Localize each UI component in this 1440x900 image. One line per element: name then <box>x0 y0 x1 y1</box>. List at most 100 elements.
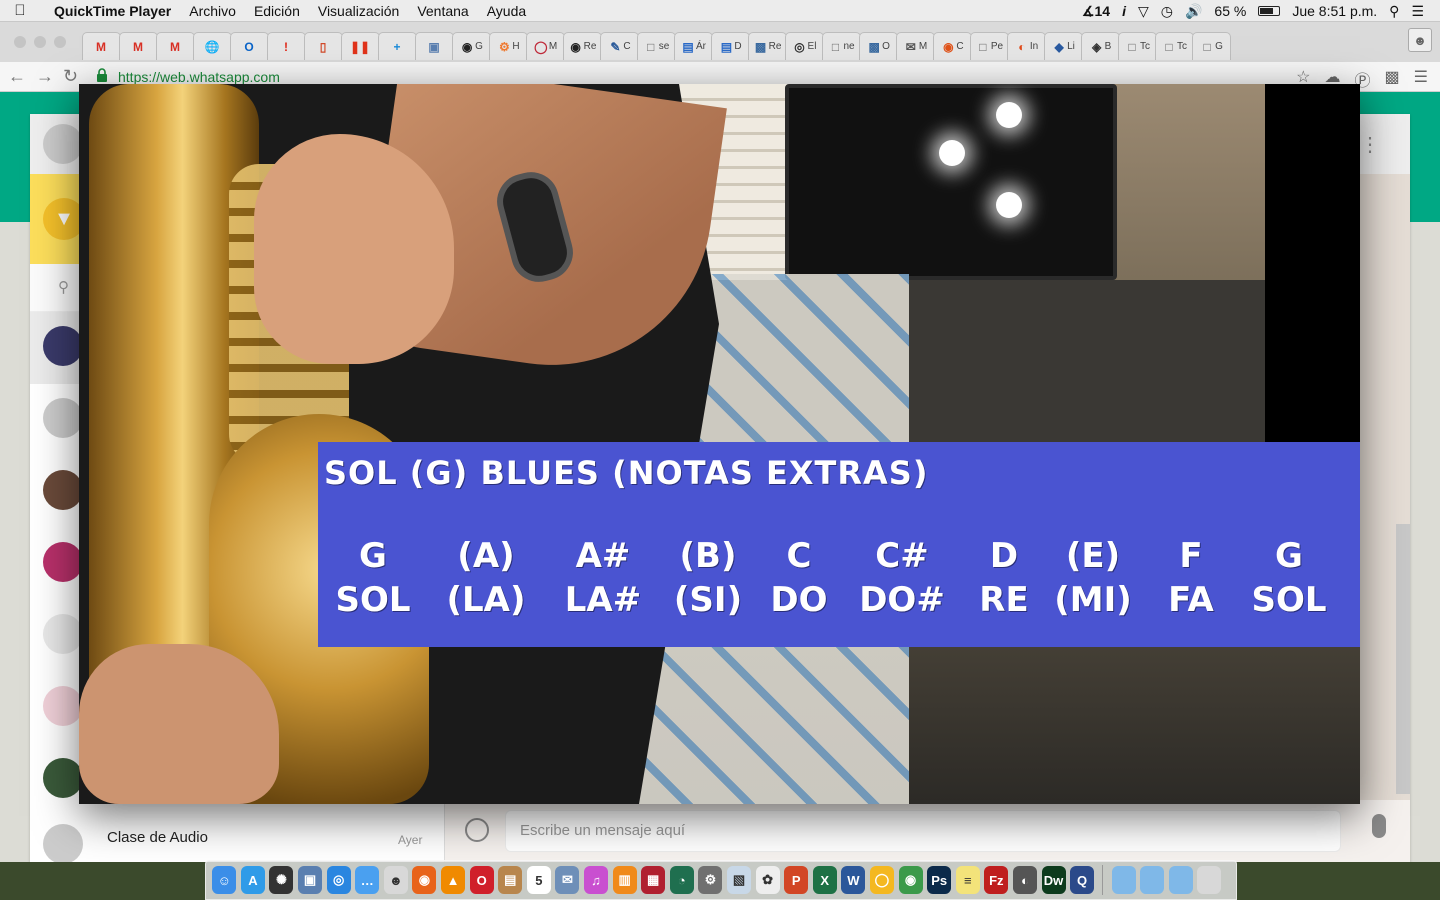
vlc-icon[interactable]: ▲ <box>441 866 466 894</box>
mail-app-icon[interactable]: ✉ <box>555 866 580 894</box>
conversation-scrollbar[interactable] <box>1396 524 1410 794</box>
reload-icon[interactable]: ↻ <box>63 66 78 87</box>
browser-tab[interactable]: ◐ In <box>1007 32 1046 60</box>
documents-folder-icon[interactable] <box>1168 866 1193 894</box>
browser-tab[interactable]: □ ne <box>822 32 861 60</box>
time-machine-icon[interactable]: ◔ <box>669 866 694 894</box>
time-machine-status-icon[interactable]: ◷ <box>1161 3 1173 20</box>
browser-tab[interactable]: □ Tc <box>1118 32 1157 60</box>
menu-app-name[interactable]: QuickTime Player <box>40 3 180 19</box>
browser-tab[interactable]: ! <box>267 32 306 60</box>
extension-person-icon[interactable]: ▩ <box>1385 67 1400 91</box>
browser-tab[interactable]: ▤ D <box>711 32 750 60</box>
menu-archivo[interactable]: Archivo <box>180 3 245 19</box>
firefox-icon[interactable]: ◉ <box>412 866 437 894</box>
back-icon[interactable]: ← <box>8 66 26 87</box>
quicktime-icon[interactable]: Q <box>1070 866 1095 894</box>
spotlight-icon[interactable]: ⚲ <box>1389 3 1399 20</box>
ibooks-icon[interactable]: ▥ <box>612 866 637 894</box>
calendar-icon[interactable]: 5 <box>526 866 551 894</box>
browser-tab[interactable]: M <box>119 32 158 60</box>
quicktime-video-frame[interactable]: SOL (G) BLUES (NOTAS EXTRAS) G SOL (A) (LA)… <box>79 84 1360 804</box>
menu-ayuda[interactable]: Ayuda <box>478 3 535 19</box>
photos-icon[interactable]: ✿ <box>755 866 780 894</box>
menu-edicion[interactable]: Edición <box>245 3 309 19</box>
close-window-button[interactable] <box>14 36 26 48</box>
browser-tab[interactable]: □ Pe <box>970 32 1009 60</box>
browser-tab[interactable]: ▩ Re <box>748 32 787 60</box>
notification-center-icon[interactable]: ☰ <box>1411 3 1424 20</box>
browser-tab[interactable]: ❚❚ <box>341 32 380 60</box>
messages-icon[interactable]: … <box>355 866 380 894</box>
browser-tab[interactable]: □ Tc <box>1155 32 1194 60</box>
apps-folder-icon[interactable] <box>1140 866 1165 894</box>
word-icon[interactable]: W <box>841 866 866 894</box>
browser-tab[interactable]: 🌐 <box>193 32 232 60</box>
notes-icon[interactable]: ≡ <box>955 866 980 894</box>
dreamweaver-icon[interactable]: Dw <box>1041 866 1066 894</box>
clock[interactable]: Jue 8:51 p.m. <box>1292 3 1377 19</box>
browser-tab[interactable]: ✉ M <box>896 32 935 60</box>
browser-tab[interactable]: ◉ C <box>933 32 972 60</box>
browser-tab[interactable]: M <box>82 32 121 60</box>
adobe-cc-icon[interactable]: ∡14 <box>1082 3 1110 20</box>
launchpad-icon[interactable]: ✺ <box>269 866 294 894</box>
menu-visualizacion[interactable]: Visualización <box>309 3 408 19</box>
browser-tab[interactable]: O <box>230 32 269 60</box>
chat-name[interactable]: Clase de Audio <box>107 829 208 846</box>
system-prefs-icon[interactable]: ⚙ <box>698 866 723 894</box>
excel-icon[interactable]: X <box>812 866 837 894</box>
browser-tab[interactable]: ◎ El <box>785 32 824 60</box>
browser-tab[interactable]: ✎ C <box>600 32 639 60</box>
browser-tab[interactable]: + <box>378 32 417 60</box>
trash-icon[interactable] <box>1197 866 1222 894</box>
browser-tab[interactable]: ▣ <box>415 32 454 60</box>
browser-tab[interactable]: ▤ Ár <box>674 32 713 60</box>
profile-icon[interactable]: ☻ <box>1408 28 1432 52</box>
more-options-icon[interactable]: ⋮ <box>1360 132 1380 157</box>
browser-tab[interactable]: ▯ <box>304 32 343 60</box>
photo-booth-icon[interactable]: ☻ <box>383 866 408 894</box>
battery-icon[interactable] <box>1258 6 1281 16</box>
my-avatar[interactable] <box>43 124 83 164</box>
battery-percent[interactable]: 65 % <box>1214 3 1246 19</box>
browser-tab[interactable]: ◉ Re <box>563 32 602 60</box>
chrome-icon[interactable]: ◉ <box>898 866 923 894</box>
info-icon[interactable]: i <box>1122 3 1126 19</box>
browser-tab[interactable]: M <box>156 32 195 60</box>
minimize-window-button[interactable] <box>34 36 46 48</box>
apple-menu-icon[interactable]:  <box>0 2 40 19</box>
opera-icon[interactable]: O <box>469 866 494 894</box>
chrome-menu-icon[interactable]: ☰ <box>1414 67 1428 91</box>
browser-tab[interactable]: □ se <box>637 32 676 60</box>
finder-icon[interactable]: ☺ <box>212 866 237 894</box>
filezilla-icon[interactable]: Fz <box>984 866 1009 894</box>
browser-tab[interactable]: ▩ O <box>859 32 898 60</box>
browser-tab[interactable]: ◆ Li <box>1044 32 1083 60</box>
volume-icon[interactable]: 🔊 <box>1185 3 1202 20</box>
utility-icon[interactable]: ▧ <box>726 866 751 894</box>
shopping-icon[interactable]: ◯ <box>869 866 894 894</box>
zoom-window-button[interactable] <box>54 36 66 48</box>
emoji-icon[interactable] <box>465 818 489 842</box>
browser-tab[interactable]: □ G <box>1192 32 1231 60</box>
browser-tab[interactable]: ⚙ H <box>489 32 528 60</box>
itunes-icon[interactable]: ♫ <box>584 866 609 894</box>
message-input[interactable]: Escribe un mensaje aquí <box>505 810 1341 852</box>
github-desktop-icon[interactable]: ◐ <box>1012 866 1037 894</box>
wifi-icon[interactable]: ▽ <box>1138 3 1149 20</box>
preview-icon[interactable]: ▣ <box>298 866 323 894</box>
safari-icon[interactable]: ◎ <box>326 866 351 894</box>
browser-tab[interactable]: ◉ G <box>452 32 491 60</box>
browser-tab[interactable]: ◯ M <box>526 32 565 60</box>
forward-icon[interactable]: → <box>36 66 54 87</box>
app-store-icon[interactable]: A <box>240 866 265 894</box>
powerpoint-icon[interactable]: P <box>784 866 809 894</box>
contacts-icon[interactable]: ▤ <box>498 866 523 894</box>
browser-tab[interactable]: ◈ B <box>1081 32 1120 60</box>
downloads-folder-icon[interactable] <box>1111 866 1136 894</box>
photoshop-icon[interactable]: Ps <box>927 866 952 894</box>
microphone-icon[interactable] <box>1372 814 1386 838</box>
menu-ventana[interactable]: Ventana <box>408 3 477 19</box>
photos-grid-icon[interactable]: ▦ <box>641 866 666 894</box>
